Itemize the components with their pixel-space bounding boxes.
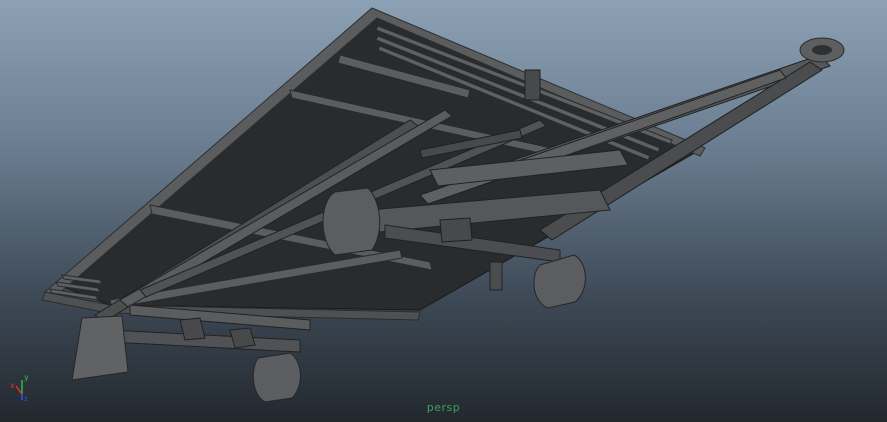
x-axis-line bbox=[15, 385, 23, 395]
front-wheel-right bbox=[533, 254, 586, 309]
trailer-model-render[interactable] bbox=[0, 0, 887, 422]
tow-ring bbox=[799, 37, 845, 63]
3d-viewport[interactable]: y x z persp bbox=[0, 0, 887, 422]
front-hub bbox=[489, 261, 503, 291]
x-axis-label: x bbox=[10, 381, 15, 390]
axis-gizmo: y x z bbox=[10, 373, 29, 402]
front-wheel-left bbox=[322, 187, 381, 256]
y-axis-label: y bbox=[24, 373, 29, 382]
camera-name-label: persp bbox=[426, 401, 461, 414]
rear-wheel-right bbox=[252, 352, 301, 403]
rear-wheel-left bbox=[71, 315, 129, 381]
